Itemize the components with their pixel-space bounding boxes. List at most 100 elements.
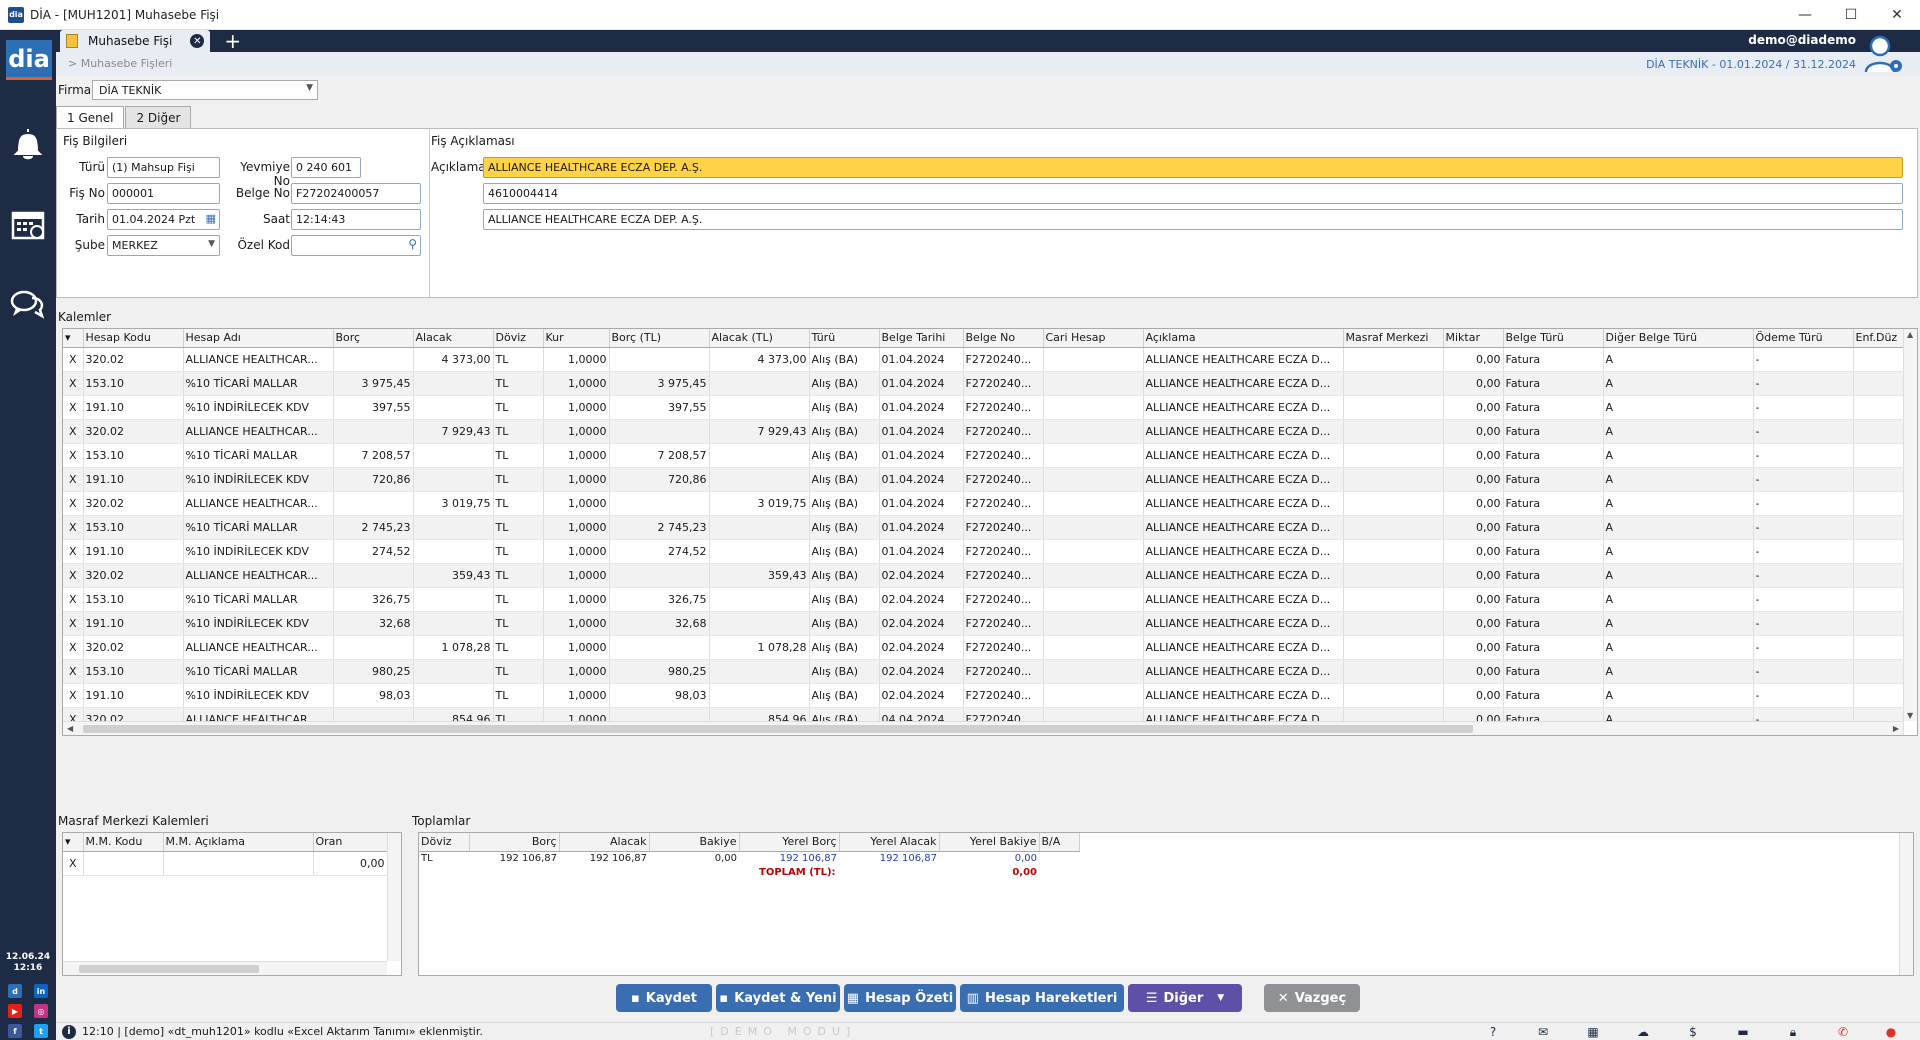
- belge-turu-cell[interactable]: Fatura: [1503, 611, 1604, 636]
- belge-turu-cell[interactable]: Fatura: [1503, 467, 1604, 492]
- aciklama-line2-input[interactable]: 4610004414: [483, 183, 1903, 204]
- masraf-merkezi-cell[interactable]: [1343, 395, 1444, 420]
- turu-cell[interactable]: Alış (BA): [809, 635, 880, 660]
- cari-hesap-cell[interactable]: [1043, 419, 1144, 444]
- belge-no-cell[interactable]: F2720240...: [963, 443, 1044, 468]
- fisno-field[interactable]: 000001: [107, 183, 220, 204]
- hesap-kodu-cell[interactable]: 153.10: [83, 443, 184, 468]
- odeme-turu-cell[interactable]: -: [1753, 539, 1854, 564]
- doviz-cell[interactable]: TL: [493, 611, 544, 636]
- col-belge-turu[interactable]: Belge Türü: [1503, 329, 1604, 348]
- col-enf-duz[interactable]: Enf.Düz: [1853, 329, 1904, 348]
- borc-tl-cell[interactable]: 397,55: [609, 395, 710, 420]
- scroll-up-icon[interactable]: ▲: [1907, 330, 1913, 339]
- other-button[interactable]: ☰ Diğer ▼: [1128, 984, 1242, 1012]
- aciklama-line1-input[interactable]: ALLIANCE HEALTHCARE ECZA DEP. A.Ş.: [483, 157, 1903, 178]
- alacak-cell[interactable]: [413, 467, 494, 492]
- aciklama-cell[interactable]: ALLIANCE HEALTHCARE ECZA D...: [1143, 563, 1344, 588]
- table-row[interactable]: X 153.10 %10 TİCARİ MALLAR 326,75 TL 1,0000 32…: [63, 587, 1904, 612]
- col-hesap-kodu[interactable]: Hesap Kodu: [83, 329, 184, 348]
- doviz-cell[interactable]: TL: [493, 587, 544, 612]
- alacak-tl-cell[interactable]: [709, 443, 810, 468]
- turu-cell[interactable]: Alış (BA): [809, 443, 880, 468]
- borc-tl-cell[interactable]: 98,03: [609, 683, 710, 708]
- alacak-tl-cell[interactable]: [709, 371, 810, 396]
- delete-row-icon[interactable]: X: [63, 539, 84, 564]
- aciklama-cell[interactable]: ALLIANCE HEALTHCARE ECZA D...: [1143, 587, 1344, 612]
- col-doviz[interactable]: Döviz: [493, 329, 544, 348]
- cari-hesap-cell[interactable]: [1043, 347, 1144, 372]
- alacak-cell[interactable]: 1 078,28: [413, 635, 494, 660]
- belge-no-cell[interactable]: F2720240...: [963, 683, 1044, 708]
- turu-cell[interactable]: Alış (BA): [809, 539, 880, 564]
- miktar-cell[interactable]: 0,00: [1443, 683, 1504, 708]
- diger-belge-turu-cell[interactable]: A: [1603, 539, 1754, 564]
- belge-turu-cell[interactable]: Fatura: [1503, 515, 1604, 540]
- doviz-cell[interactable]: TL: [493, 539, 544, 564]
- belge-no-cell[interactable]: F2720240...: [963, 635, 1044, 660]
- table-row[interactable]: X 0,00: [63, 851, 388, 876]
- aciklama-cell[interactable]: ALLIANCE HEALTHCARE ECZA D...: [1143, 347, 1344, 372]
- aciklama-cell[interactable]: ALLIANCE HEALTHCARE ECZA D...: [1143, 419, 1344, 444]
- scroll-thumb[interactable]: [79, 965, 259, 973]
- borc-tl-cell[interactable]: 326,75: [609, 587, 710, 612]
- odeme-turu-cell[interactable]: -: [1753, 611, 1854, 636]
- diger-belge-turu-cell[interactable]: A: [1603, 683, 1754, 708]
- doviz-cell[interactable]: TL: [493, 395, 544, 420]
- chat-icon[interactable]: [10, 286, 46, 322]
- cari-hesap-cell[interactable]: [1043, 563, 1144, 588]
- close-tab-icon[interactable]: ✕: [190, 34, 205, 48]
- diger-belge-turu-cell[interactable]: A: [1603, 371, 1754, 396]
- hesap-kodu-cell[interactable]: 153.10: [83, 659, 184, 684]
- sube-select[interactable]: MERKEZ ▼: [107, 235, 220, 256]
- aciklama-cell[interactable]: ALLIANCE HEALTHCARE ECZA D...: [1143, 491, 1344, 516]
- account-movements-button[interactable]: ▥ Hesap Hareketleri: [960, 984, 1124, 1012]
- kur-cell[interactable]: 1,0000: [543, 683, 610, 708]
- hesap-kodu-cell[interactable]: 320.02: [83, 563, 184, 588]
- alacak-cell[interactable]: 4 373,00: [413, 347, 494, 372]
- masraf-merkezi-cell[interactable]: [1343, 611, 1444, 636]
- belge-turu-cell[interactable]: Fatura: [1503, 347, 1604, 372]
- cari-hesap-cell[interactable]: [1043, 395, 1144, 420]
- aciklama-cell[interactable]: ALLIANCE HEALTHCARE ECZA D...: [1143, 515, 1344, 540]
- col-kur[interactable]: Kur: [543, 329, 610, 348]
- delete-row-icon[interactable]: X: [63, 851, 84, 876]
- enf-duz-cell[interactable]: [1853, 563, 1904, 588]
- odeme-turu-cell[interactable]: -: [1753, 443, 1854, 468]
- cari-hesap-cell[interactable]: [1043, 635, 1144, 660]
- firma-select[interactable]: DİA TEKNİK ▼: [92, 80, 318, 100]
- col-aciklama[interactable]: Açıklama: [1143, 329, 1344, 348]
- belge-turu-cell[interactable]: Fatura: [1503, 659, 1604, 684]
- cari-hesap-cell[interactable]: [1043, 611, 1144, 636]
- hesap-kodu-cell[interactable]: 153.10: [83, 371, 184, 396]
- doviz-cell[interactable]: TL: [493, 515, 544, 540]
- diger-belge-turu-cell[interactable]: A: [1603, 515, 1754, 540]
- col-diger-belge-turu[interactable]: Diğer Belge Türü: [1603, 329, 1754, 348]
- belge-tarihi-cell[interactable]: 01.04.2024: [879, 395, 964, 420]
- masraf-merkezi-cell[interactable]: [1343, 491, 1444, 516]
- hesap-adi-cell[interactable]: %10 İNDİRİLECEK KDV: [183, 611, 334, 636]
- mm-col-aciklama[interactable]: M.M. Açıklama: [163, 833, 314, 852]
- hesap-adi-cell[interactable]: %10 TİCARİ MALLAR: [183, 659, 334, 684]
- delete-row-icon[interactable]: X: [63, 587, 84, 612]
- delete-row-icon[interactable]: X: [63, 611, 84, 636]
- doviz-cell[interactable]: TL: [493, 443, 544, 468]
- miktar-cell[interactable]: 0,00: [1443, 659, 1504, 684]
- linkedin-icon[interactable]: in: [34, 984, 48, 998]
- alacak-tl-cell[interactable]: 1 078,28: [709, 635, 810, 660]
- enf-duz-cell[interactable]: [1853, 683, 1904, 708]
- odeme-turu-cell[interactable]: -: [1753, 395, 1854, 420]
- col-belge-no[interactable]: Belge No: [963, 329, 1044, 348]
- aciklama-cell[interactable]: ALLIANCE HEALTHCARE ECZA D...: [1143, 371, 1344, 396]
- alacak-cell[interactable]: [413, 539, 494, 564]
- alacak-tl-cell[interactable]: [709, 515, 810, 540]
- doviz-cell[interactable]: TL: [493, 635, 544, 660]
- belge-turu-cell[interactable]: Fatura: [1503, 395, 1604, 420]
- cari-hesap-cell[interactable]: [1043, 539, 1144, 564]
- mm-vertical-scrollbar[interactable]: [387, 833, 401, 961]
- tab-genel[interactable]: 1 Genel: [56, 106, 125, 128]
- diger-belge-turu-cell[interactable]: A: [1603, 491, 1754, 516]
- scroll-down-icon[interactable]: ▼: [1907, 711, 1913, 720]
- borc-tl-cell[interactable]: 720,86: [609, 467, 710, 492]
- col-cari-hesap[interactable]: Cari Hesap: [1043, 329, 1144, 348]
